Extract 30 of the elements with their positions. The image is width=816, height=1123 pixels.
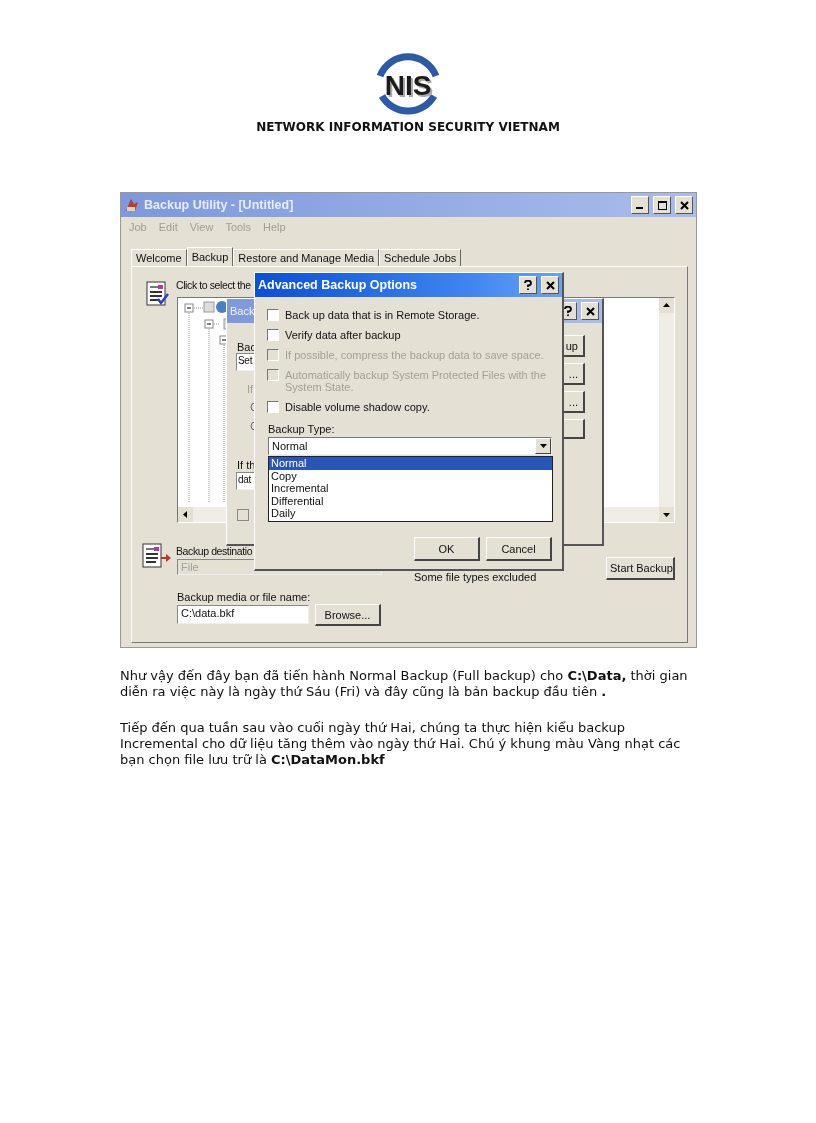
start-backup-button[interactable]: Start Backup bbox=[606, 557, 675, 580]
tab[interactable]: Schedule Jobs bbox=[379, 249, 462, 266]
option-label: Disable volume shadow copy. bbox=[285, 401, 430, 413]
tab[interactable]: Backup bbox=[186, 247, 234, 267]
list-option[interactable]: Normal bbox=[269, 457, 552, 470]
media-label: Backup media or file name: bbox=[177, 591, 311, 603]
paragraph: Như vậy đến đây bạn đã tiến hành Normal Backup (Full backup) cho C:\Data, thời gian diễn ra việc này là ngày thứ Sáu (Fri) và đây cũng là bản backup đầu tiên . bbox=[120, 668, 689, 700]
tab[interactable]: Restore and Manage Media bbox=[233, 249, 380, 266]
option-label: Verify data after backup bbox=[285, 329, 401, 341]
browse-button[interactable]: Browse... bbox=[315, 604, 381, 626]
destination-label: Backup destinatio bbox=[176, 545, 253, 557]
option-label: Back up data that is in Remote Storage. bbox=[285, 309, 480, 321]
group-label: If bbox=[247, 383, 254, 395]
dialog-title: Advanced Backup Options bbox=[258, 278, 419, 292]
dialog-title: Back bbox=[230, 305, 255, 317]
tab[interactable]: Welcome bbox=[131, 249, 187, 266]
window-title: Backup Utility - [Untitled] bbox=[144, 198, 295, 212]
backup-type-label: Backup Type: bbox=[268, 423, 335, 435]
instruction-text: Click to select the bbox=[176, 279, 251, 291]
paragraph: Tiếp đến qua tuần sau vào cuối ngày thứ Hai, chúng ta thực hiện kiểu backup Incremental cho dữ liệu tăng thêm vào ngày thứ Hai. Chú ý khung màu Vàng nhạt các bạn chọn file lưu trữ là C:\DataMon.bkf bbox=[120, 720, 682, 768]
option-label: Automatically backup System Protected Files with the System State. bbox=[285, 369, 548, 393]
cancel-button[interactable]: Cancel bbox=[486, 537, 552, 561]
media-field[interactable]: C:\data.bkf bbox=[177, 605, 309, 624]
logo: NIS bbox=[372, 48, 444, 118]
dialog-label: Bac bbox=[237, 341, 256, 353]
heading: NETWORK INFORMATION SECURITY VIETNAM bbox=[256, 120, 560, 134]
option-label: If possible, compress the backup data to save space. bbox=[285, 349, 544, 361]
ok-button[interactable]: OK bbox=[414, 537, 480, 561]
backup-type-dropdown[interactable]: Normal bbox=[268, 437, 552, 455]
status-text: Some file types excluded bbox=[414, 571, 537, 583]
